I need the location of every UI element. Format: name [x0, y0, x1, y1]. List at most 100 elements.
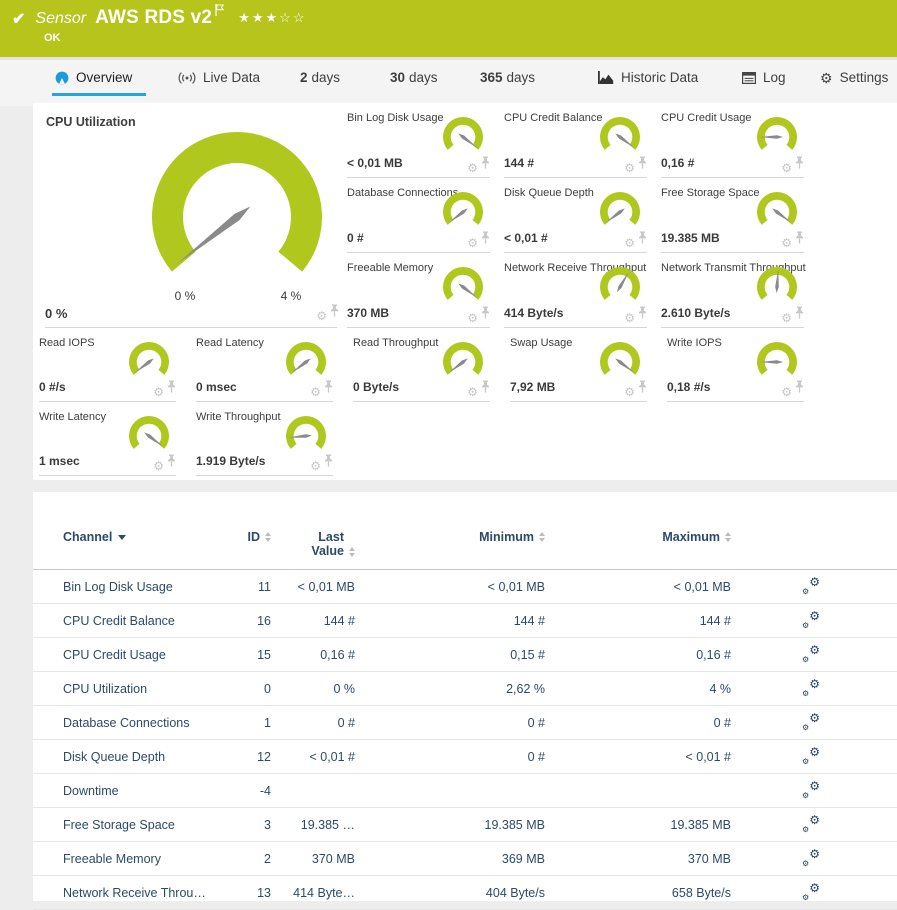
- tab-live-data[interactable]: Live Data: [178, 70, 260, 85]
- gear-icon[interactable]: ⚙: [153, 460, 164, 472]
- column-header-minimum[interactable]: Minimum: [355, 530, 545, 544]
- channel-settings-gears-icon[interactable]: ⚙⚙: [802, 715, 820, 730]
- gear-icon[interactable]: ⚙: [467, 237, 478, 249]
- pin-icon[interactable]: [638, 306, 647, 324]
- table-row[interactable]: CPU Credit Usage 15 0,16 # 0,15 # 0,16 #…: [33, 638, 897, 672]
- pin-icon[interactable]: [481, 306, 490, 324]
- gear-icon[interactable]: ⚙: [467, 162, 478, 174]
- column-header-maximum[interactable]: Maximum: [545, 530, 731, 544]
- gear-icon[interactable]: ⚙: [781, 237, 792, 249]
- cell-last-value: < 0,01 MB: [271, 580, 355, 594]
- channel-settings-gears-icon[interactable]: ⚙⚙: [802, 885, 820, 900]
- pin-icon[interactable]: [167, 454, 176, 472]
- table-row[interactable]: Network Receive Throu… 13 414 Byte… 404 …: [33, 876, 897, 910]
- gear-icon[interactable]: ⚙: [781, 386, 792, 398]
- gauge: [281, 415, 331, 457]
- gear-icon[interactable]: ⚙: [624, 312, 635, 324]
- gear-icon[interactable]: ⚙: [153, 386, 164, 398]
- tab-days[interactable]: 365 days: [480, 70, 535, 85]
- pin-icon[interactable]: [330, 304, 339, 322]
- gauge-tile-network-receive-throughput[interactable]: Network Receive Throughput 414 Byte/s ⚙: [504, 253, 661, 328]
- pin-icon[interactable]: [795, 380, 804, 398]
- gauge-tile-cpu-credit-usage[interactable]: CPU Credit Usage 0,16 # ⚙: [661, 103, 818, 178]
- pin-icon[interactable]: [638, 380, 647, 398]
- column-header-channel[interactable]: Channel: [33, 530, 233, 544]
- channel-settings-gears-icon[interactable]: ⚙⚙: [802, 817, 820, 832]
- tab-log[interactable]: Log: [742, 70, 786, 85]
- table-row[interactable]: Disk Queue Depth 12 < 0,01 # 0 # < 0,01 …: [33, 740, 897, 774]
- gear-icon[interactable]: ⚙: [467, 386, 478, 398]
- channel-settings-gears-icon[interactable]: ⚙⚙: [802, 647, 820, 662]
- gear-icon[interactable]: ⚙: [624, 162, 635, 174]
- channel-settings-gears-icon[interactable]: ⚙⚙: [802, 681, 820, 696]
- tab-days[interactable]: 30 days: [390, 70, 438, 85]
- pin-icon[interactable]: [481, 156, 490, 174]
- tab-historic-data[interactable]: Historic Data: [598, 70, 698, 85]
- pin-icon[interactable]: [324, 380, 333, 398]
- table-row[interactable]: Downtime -4 ⚙⚙: [33, 774, 897, 808]
- gear-icon[interactable]: ⚙: [467, 312, 478, 324]
- cell-last-value: 19.385 …: [271, 818, 355, 832]
- gauge-value: 0 #: [347, 231, 364, 245]
- tab-days[interactable]: 2 days: [300, 70, 340, 85]
- channel-settings-gears-icon[interactable]: ⚙⚙: [802, 579, 820, 594]
- gauge-tile-free-storage-space[interactable]: Free Storage Space 19.385 MB ⚙: [661, 178, 818, 253]
- gauge-tile-write-latency[interactable]: Write Latency 1 msec ⚙: [33, 402, 190, 476]
- tab-overview[interactable]: Overview: [55, 70, 132, 85]
- gauge-value: 0 #/s: [39, 380, 66, 394]
- channel-settings-gears-icon[interactable]: ⚙⚙: [802, 851, 820, 866]
- table-row[interactable]: Bin Log Disk Usage 11 < 0,01 MB < 0,01 M…: [33, 570, 897, 604]
- gauge-tile-read-iops[interactable]: Read IOPS 0 #/s ⚙: [33, 328, 190, 402]
- pin-icon[interactable]: [795, 231, 804, 249]
- table-row[interactable]: CPU Utilization 0 0 % 2,62 % 4 % ⚙⚙: [33, 672, 897, 706]
- channel-settings-gears-icon[interactable]: ⚙⚙: [802, 613, 820, 628]
- column-header-id[interactable]: ID: [233, 530, 271, 544]
- gauge: [438, 341, 488, 383]
- cell-last-value: 144 #: [271, 614, 355, 628]
- gear-icon[interactable]: ⚙: [624, 237, 635, 249]
- priority-stars[interactable]: ★★★☆☆: [238, 10, 306, 26]
- gear-icon[interactable]: ⚙: [310, 460, 321, 472]
- gauge-tile-freeable-memory[interactable]: Freeable Memory 370 MB ⚙: [347, 253, 504, 328]
- channel-settings-gears-icon[interactable]: ⚙⚙: [802, 749, 820, 764]
- gauge-tile-bin-log-disk-usage[interactable]: Bin Log Disk Usage < 0,01 MB ⚙: [347, 103, 504, 178]
- pin-icon[interactable]: [795, 156, 804, 174]
- pin-icon[interactable]: [481, 231, 490, 249]
- cell-last-value: 414 Byte…: [271, 886, 355, 900]
- gear-icon[interactable]: ⚙: [316, 310, 327, 322]
- gauge-tile-network-transmit-throughput[interactable]: Network Transmit Throughput 2.610 Byte/s…: [661, 253, 818, 328]
- pin-icon[interactable]: [795, 306, 804, 324]
- gear-icon[interactable]: ⚙: [781, 162, 792, 174]
- cell-minimum: 404 Byte/s: [355, 886, 545, 900]
- gauge-tile-read-throughput[interactable]: Read Throughput 0 Byte/s ⚙: [347, 328, 504, 402]
- table-row[interactable]: CPU Credit Balance 16 144 # 144 # 144 # …: [33, 604, 897, 638]
- gear-icon[interactable]: ⚙: [624, 386, 635, 398]
- pin-icon[interactable]: [324, 454, 333, 472]
- column-header-last-value[interactable]: Last Value: [271, 530, 355, 558]
- table-row[interactable]: Database Connections 1 0 # 0 # 0 # ⚙⚙: [33, 706, 897, 740]
- cell-minimum: 2,62 %: [355, 682, 545, 696]
- pin-icon[interactable]: [167, 380, 176, 398]
- channels-table-panel: Channel ID Last Value Minimum Maximum Bi…: [33, 492, 897, 901]
- pin-icon[interactable]: [638, 156, 647, 174]
- gauge-tile-write-iops[interactable]: Write IOPS 0,18 #/s ⚙: [661, 328, 818, 402]
- gauge-tile-database-connections[interactable]: Database Connections 0 # ⚙: [347, 178, 504, 253]
- gauge-tile-read-latency[interactable]: Read Latency 0 msec ⚙: [190, 328, 347, 402]
- pin-icon[interactable]: [638, 231, 647, 249]
- channel-settings-gears-icon[interactable]: ⚙⚙: [802, 783, 820, 798]
- cell-channel: CPU Utilization: [33, 682, 233, 696]
- gauge-tile-cpu-credit-balance[interactable]: CPU Credit Balance 144 # ⚙: [504, 103, 661, 178]
- flag-icon[interactable]: [215, 3, 224, 21]
- gear-icon[interactable]: ⚙: [781, 312, 792, 324]
- gauge-value: 414 Byte/s: [504, 306, 563, 320]
- tab-settings[interactable]: ⚙ Settings: [820, 70, 888, 85]
- gear-icon[interactable]: ⚙: [310, 386, 321, 398]
- table-row[interactable]: Free Storage Space 3 19.385 … 19.385 MB …: [33, 808, 897, 842]
- pin-icon[interactable]: [481, 380, 490, 398]
- gauge: [595, 116, 645, 158]
- table-row[interactable]: Freeable Memory 2 370 MB 369 MB 370 MB ⚙…: [33, 842, 897, 876]
- gauge-tile-write-throughput[interactable]: Write Throughput 1.919 Byte/s ⚙: [190, 402, 347, 476]
- gauge-tile-disk-queue-depth[interactable]: Disk Queue Depth < 0,01 # ⚙: [504, 178, 661, 253]
- gauge-tile-primary[interactable]: CPU Utilization 0 % 4 % 0 % ⚙: [33, 103, 347, 328]
- gauge-tile-swap-usage[interactable]: Swap Usage 7,92 MB ⚙: [504, 328, 661, 402]
